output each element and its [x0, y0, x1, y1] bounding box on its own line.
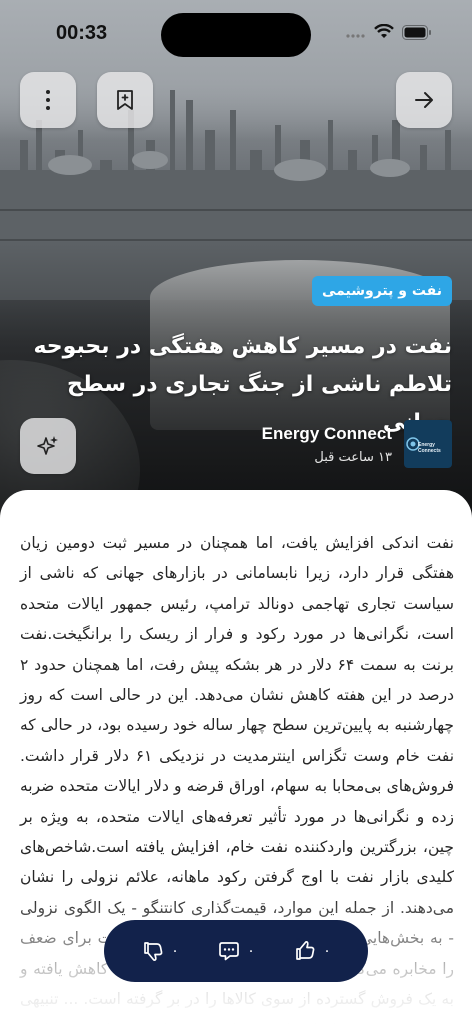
sparkles-icon: [37, 436, 58, 455]
source-name[interactable]: Energy Connect: [262, 424, 392, 444]
reaction-bar: ۰ ۰ ۰: [104, 920, 368, 982]
like-count: ۰: [323, 943, 331, 959]
comment-button[interactable]: ۰: [217, 939, 255, 963]
more-vertical-icon: [46, 90, 50, 110]
dislike-button[interactable]: ۰: [141, 939, 179, 963]
category-badge[interactable]: نفت و پتروشیمی: [311, 276, 452, 306]
comment-count: ۰: [247, 943, 255, 959]
dynamic-island: [161, 13, 311, 57]
bookmark-button[interactable]: [97, 72, 153, 128]
source-logo-text: Energy Connects: [418, 442, 441, 454]
bookmark-add-icon: [117, 90, 133, 110]
thumbs-up-icon: [296, 941, 315, 960]
dislike-count: ۰: [171, 943, 179, 959]
thumbs-down-icon: [144, 942, 163, 961]
status-icons: [346, 24, 432, 40]
back-button[interactable]: [396, 72, 452, 128]
publish-time: ۱۳ ساعت قبل: [314, 450, 392, 465]
like-button[interactable]: ۰: [293, 939, 331, 963]
comment-icon: [219, 942, 240, 961]
back-arrow-icon: [415, 92, 433, 108]
battery-icon: [402, 24, 431, 40]
status-time: 00:33: [56, 22, 108, 44]
source-logo[interactable]: Energy Connects: [404, 420, 452, 468]
more-options-button[interactable]: [20, 72, 76, 128]
ai-summary-button[interactable]: [20, 418, 76, 474]
wifi-icon: [374, 24, 394, 38]
signal-icon: [346, 34, 365, 38]
status-bar: 00:33: [0, 0, 472, 60]
